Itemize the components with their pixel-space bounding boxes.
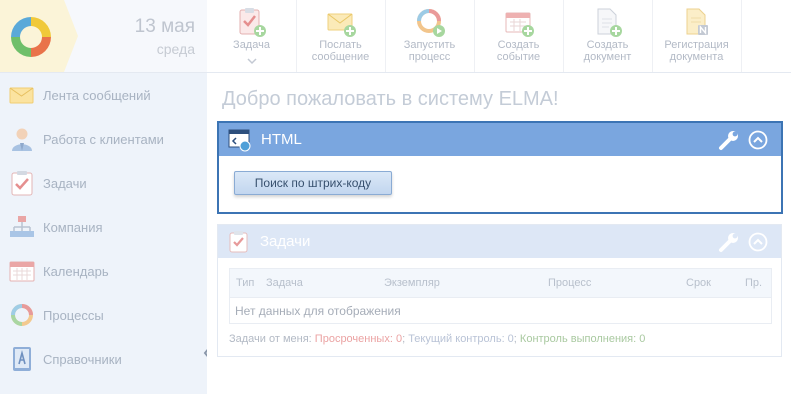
start-process-button[interactable]: Запустить процесс xyxy=(385,0,475,72)
message-feed-icon xyxy=(9,87,34,104)
sidebar-item-catalogs[interactable]: Справочники xyxy=(0,337,207,381)
sidebar-item-label: Справочники xyxy=(43,352,122,367)
tasks-footer: Задачи от меня: Просроченных: 0; Текущий… xyxy=(229,333,645,345)
tasks-portlet-icon xyxy=(229,231,248,253)
elma-logo-icon[interactable] xyxy=(8,14,54,60)
task-add-icon xyxy=(239,8,266,37)
chevron-down-icon[interactable] xyxy=(247,58,257,65)
logo-area: 13 мая среда xyxy=(0,0,207,73)
document-add-icon xyxy=(597,8,622,37)
register-document-label: Регистрация документа xyxy=(664,39,729,63)
tasks-table-header: Тип Задача Экземпляр Процесс Срок Пр. xyxy=(230,269,771,298)
toolbar: Задача Послать сообщение Запустить проце… xyxy=(207,0,791,73)
sidebar-item-message-feed[interactable]: Лента сообщений xyxy=(0,73,207,117)
create-event-label: Создать событие xyxy=(496,39,541,63)
collapse-up-icon[interactable] xyxy=(748,130,768,150)
tasks-table: Тип Задача Экземпляр Процесс Срок Пр. Не… xyxy=(229,268,772,324)
overdue-tasks-link[interactable]: Просроченных: 0 xyxy=(315,333,402,345)
create-event-button[interactable]: Создать событие xyxy=(474,0,564,72)
document-register-icon xyxy=(686,8,708,35)
collapse-up-icon[interactable] xyxy=(748,232,768,252)
html-portlet: HTML Поиск по штрих-коду xyxy=(217,121,783,214)
start-process-label: Запустить процесс xyxy=(403,39,456,63)
calendar-add-icon xyxy=(505,12,534,37)
tasks-portlet: Задачи Тип Задача Экземпляр Процесс Срок… xyxy=(217,224,782,357)
create-task-button[interactable]: Задача xyxy=(207,0,297,72)
empty-table-message: Нет данных для отображения xyxy=(235,304,401,318)
sidebar-item-tasks[interactable]: Задачи xyxy=(0,161,207,205)
sidebar-item-label: Процессы xyxy=(43,308,104,323)
sidebar-item-clients[interactable]: Работа с клиентами xyxy=(0,117,207,161)
sidebar-item-calendar[interactable]: Календарь xyxy=(0,249,207,293)
sidebar-item-label: Работа с клиентами xyxy=(43,132,164,147)
processes-icon xyxy=(11,304,33,326)
wrench-icon[interactable] xyxy=(718,129,740,151)
register-document-button[interactable]: Регистрация документа xyxy=(652,0,742,72)
sidebar-item-label: Компания xyxy=(43,220,103,235)
date-weekday: среда xyxy=(156,41,195,57)
clients-icon xyxy=(12,128,32,151)
message-add-icon xyxy=(327,13,356,37)
main-content: Добро пожаловать в систему ELMA! HTML По… xyxy=(207,73,791,394)
html-portlet-icon xyxy=(228,129,251,152)
send-message-button[interactable]: Послать сообщение xyxy=(296,0,386,72)
sidebar-item-label: Задачи xyxy=(43,176,87,191)
create-document-label: Создать документ xyxy=(583,39,632,63)
sidebar-item-company[interactable]: Компания xyxy=(0,205,207,249)
sidebar-item-label: Лента сообщений xyxy=(43,88,151,103)
page-title: Добро пожаловать в систему ELMA! xyxy=(222,88,559,110)
column-header-deadline[interactable]: Срок xyxy=(686,277,711,289)
wrench-icon[interactable] xyxy=(718,231,740,253)
sidebar-item-label: Календарь xyxy=(43,264,109,279)
column-header-task[interactable]: Задача xyxy=(266,277,303,289)
header: 13 мая среда Задача Послать сообщение За… xyxy=(0,0,791,73)
column-header-instance[interactable]: Экземпляр xyxy=(384,277,440,289)
date-day: 13 мая xyxy=(134,16,195,37)
catalogs-icon xyxy=(13,347,31,371)
html-portlet-title: HTML xyxy=(261,131,302,148)
calendar-icon xyxy=(9,261,35,282)
send-message-label: Послать сообщение xyxy=(311,39,370,63)
sidebar: Лента сообщений Работа с клиентами Задач… xyxy=(0,73,207,394)
column-header-priority[interactable]: Пр. xyxy=(745,277,762,289)
current-control-link[interactable]: Текущий контроль: 0 xyxy=(408,333,514,345)
create-document-button[interactable]: Создать документ xyxy=(563,0,653,72)
create-task-label: Задача xyxy=(233,39,270,51)
tasks-portlet-header: Задачи xyxy=(218,225,781,258)
process-start-icon xyxy=(417,9,445,37)
html-portlet-header: HTML xyxy=(219,123,781,156)
column-header-process[interactable]: Процесс xyxy=(548,277,591,289)
execution-control-link[interactable]: Контроль выполнения: 0 xyxy=(520,333,645,345)
tasks-icon xyxy=(11,171,33,196)
sidebar-item-processes[interactable]: Процессы xyxy=(0,293,207,337)
column-header-type[interactable]: Тип xyxy=(236,277,254,289)
barcode-search-button[interactable]: Поиск по штрих-коду xyxy=(234,171,392,195)
company-icon xyxy=(10,216,34,237)
tasks-portlet-title: Задачи xyxy=(260,233,311,250)
tasks-footer-prefix: Задачи от меня: xyxy=(229,333,315,345)
